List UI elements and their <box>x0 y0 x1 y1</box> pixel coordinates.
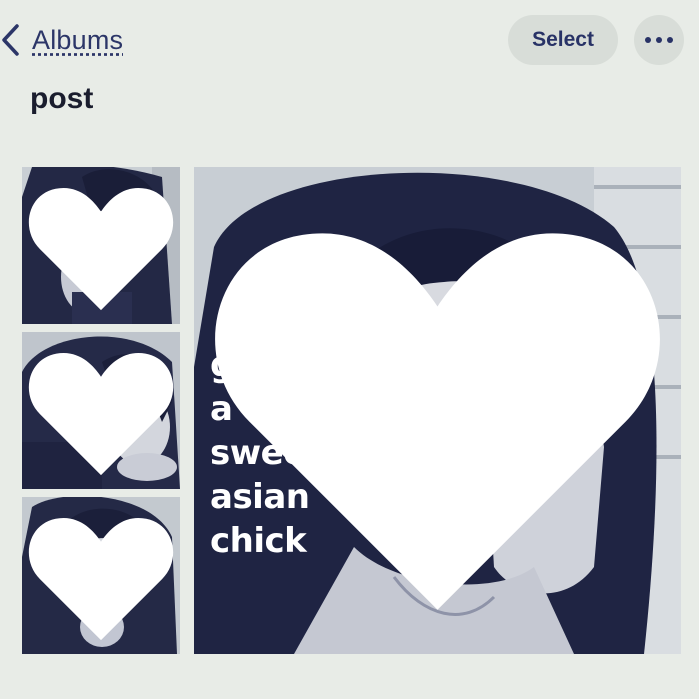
photo-thumbnail[interactable] <box>22 167 180 324</box>
favorite-heart-icon <box>28 353 174 476</box>
favorite-heart-icon <box>28 188 174 311</box>
favorite-heart-icon <box>215 233 660 610</box>
more-options-button[interactable] <box>634 15 684 65</box>
photo-thumbnail[interactable] <box>22 332 180 489</box>
select-button[interactable]: Select <box>508 15 618 65</box>
back-button[interactable]: Albums <box>0 18 123 62</box>
album-screen: Albums Select post a sweet asian chick <box>0 0 699 699</box>
photo-thumbnail[interactable] <box>22 497 180 654</box>
back-button-label: Albums <box>32 24 124 55</box>
ellipsis-icon <box>645 37 651 43</box>
chevron-left-icon <box>0 22 24 58</box>
photo-large[interactable]: got a sweet asian chick <box>194 167 681 654</box>
favorite-heart-icon <box>28 518 174 641</box>
album-title: post <box>30 82 94 115</box>
